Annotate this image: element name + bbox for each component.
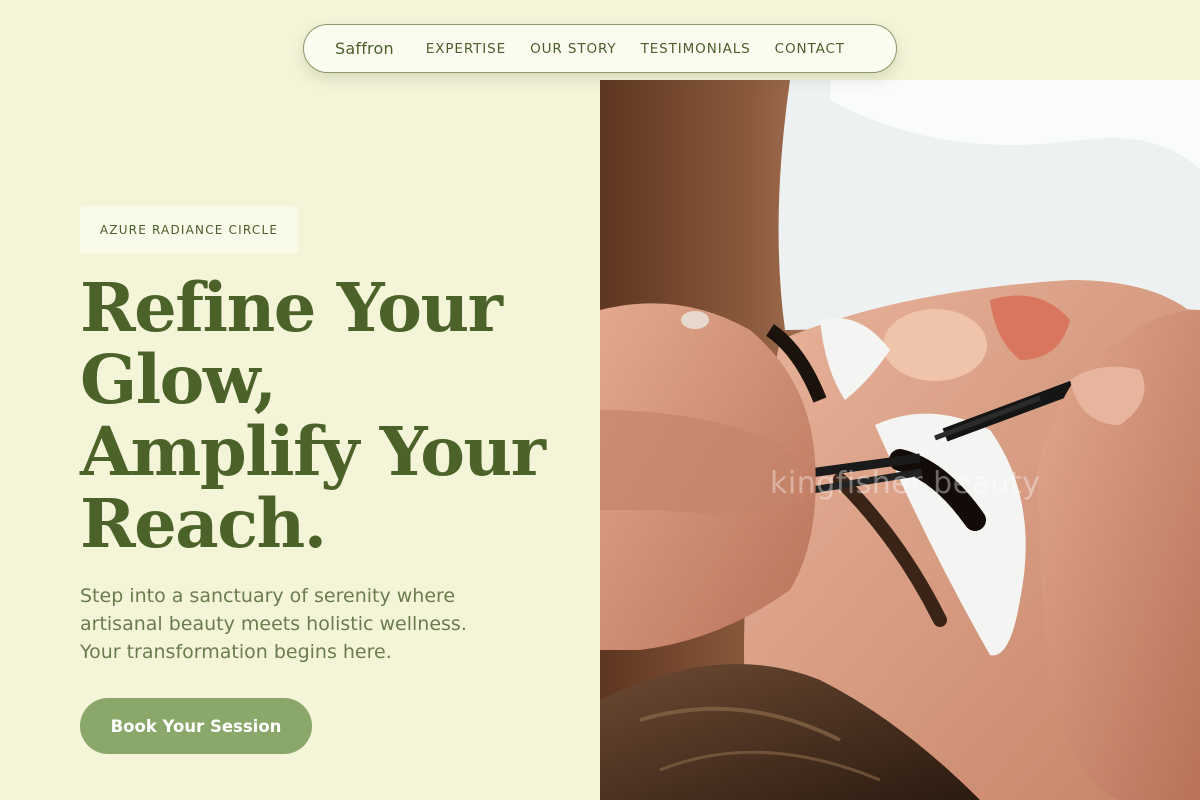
- headline-line: Amplify Your: [80, 412, 546, 491]
- hero-subtext: Step into a sanctuary of serenity where …: [80, 582, 520, 666]
- hero-headline: Refine Your Glow, Amplify Your Reach.: [80, 272, 580, 560]
- subtext-line: Step into a sanctuary of serenity where: [80, 585, 456, 607]
- brand-logo-link[interactable]: Saffron: [335, 39, 394, 58]
- top-navigation: Saffron EXPERTISE OUR STORY TESTIMONIALS…: [303, 24, 897, 73]
- subtext-line: Your transformation begins here.: [80, 641, 392, 663]
- headline-line: Reach.: [80, 484, 327, 563]
- subtext-line: artisanal beauty meets holistic wellness…: [80, 613, 467, 635]
- headline-line: Glow,: [80, 340, 277, 419]
- nav-link-our-story[interactable]: OUR STORY: [530, 41, 616, 57]
- hero-photo: kingfisher beauty: [600, 80, 1200, 800]
- headline-line: Refine Your: [80, 268, 503, 347]
- hero-badge: AZURE RADIANCE CIRCLE: [80, 206, 298, 253]
- book-session-button[interactable]: Book Your Session: [80, 698, 312, 754]
- photo-watermark: kingfisher beauty: [770, 466, 1041, 501]
- landing-page: Saffron EXPERTISE OUR STORY TESTIMONIALS…: [0, 0, 1200, 800]
- lash-treatment-illustration: [600, 80, 1200, 800]
- nav-link-contact[interactable]: CONTACT: [775, 41, 845, 57]
- nav-link-expertise[interactable]: EXPERTISE: [426, 41, 506, 57]
- nav-link-testimonials[interactable]: TESTIMONIALS: [641, 41, 751, 57]
